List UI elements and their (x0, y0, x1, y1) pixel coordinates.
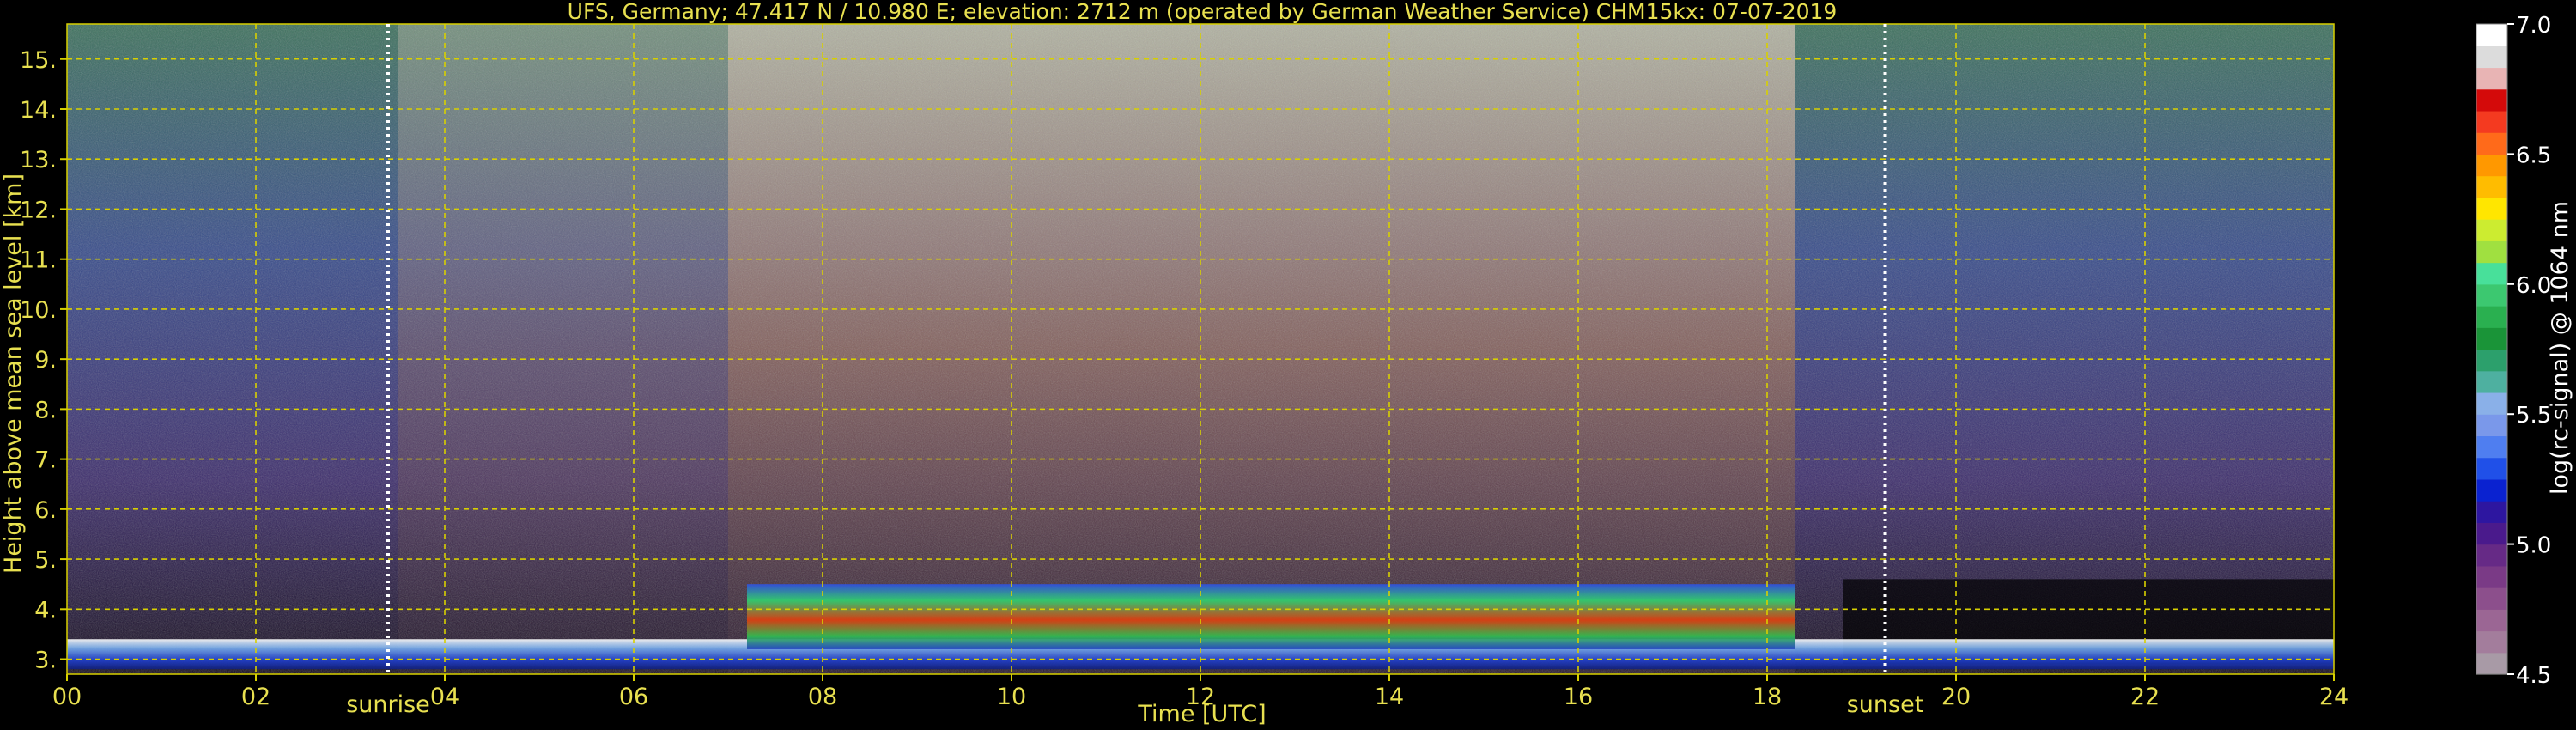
x-tick-label: 16 (1564, 684, 1593, 710)
colorbar-tick-label: 5.0 (2516, 533, 2551, 559)
colorbar-segment (2476, 67, 2507, 90)
x-tick-label: 00 (52, 684, 82, 710)
colorbar-segment (2476, 283, 2507, 307)
y-tick-label: 3. (34, 648, 57, 674)
colorbar-segment (2476, 132, 2507, 155)
colorbar-segment (2476, 370, 2507, 393)
x-axis-label: Time [UTC] (1137, 701, 1266, 727)
colorbar-segment (2476, 609, 2507, 632)
colorbar-segment (2476, 240, 2507, 264)
x-tick-label: 20 (1941, 684, 1971, 710)
colorbar-segment (2476, 88, 2507, 112)
y-tick-label: 4. (34, 597, 57, 624)
colorbar-segment (2476, 24, 2507, 46)
colorbar-segment (2476, 175, 2507, 198)
colorbar-segment (2476, 501, 2507, 523)
colorbar-label: log(rc-signal) @ 1064 nm (2547, 201, 2573, 495)
colorbar-segment (2476, 478, 2507, 502)
y-tick-label: 15. (20, 47, 57, 74)
x-tick-label: 04 (430, 684, 459, 710)
y-axis-ticks: 3.4.5.6.7.8.9.10.11.12.13.14.15. (20, 47, 67, 674)
x-tick-label: 18 (1753, 684, 1782, 710)
colorbar-segment (2476, 262, 2507, 285)
y-tick-label: 13. (20, 147, 57, 173)
y-tick-label: 6. (34, 497, 57, 524)
colorbar-segment (2476, 457, 2507, 480)
x-tick-label: 22 (2130, 684, 2160, 710)
colorbar-segment (2476, 414, 2507, 437)
colorbar-segment (2476, 522, 2507, 545)
y-tick-label: 8. (34, 397, 57, 423)
colorbar-segment (2476, 392, 2507, 415)
x-tick-label: 02 (241, 684, 270, 710)
colorbar-segment (2476, 327, 2507, 350)
colorbar-segment (2476, 565, 2507, 588)
colorbar-tick-label: 6.5 (2516, 143, 2551, 168)
sunset-label: sunset (1847, 691, 1924, 718)
colorbar-segment (2476, 197, 2507, 220)
colorbar-segment (2476, 219, 2507, 241)
colorbar-tick-label: 7.0 (2516, 13, 2551, 39)
x-tick-label: 10 (997, 684, 1026, 710)
colorbar-tick-label: 4.5 (2516, 663, 2551, 689)
colorbar-segment (2476, 46, 2507, 69)
colorbar-segment (2476, 544, 2507, 567)
y-tick-label: 14. (20, 97, 57, 124)
y-tick-label: 7. (34, 447, 57, 474)
y-tick-label: 9. (34, 347, 57, 374)
x-tick-label: 14 (1375, 684, 1404, 710)
colorbar-segment (2476, 435, 2507, 459)
colorbar-segment (2476, 110, 2507, 133)
layer-aerosol-layer (747, 584, 1795, 649)
colorbar-segment (2476, 154, 2507, 177)
colorbar-segment (2476, 652, 2507, 675)
colorbar-segment (2476, 349, 2507, 372)
chart-title: UFS, Germany; 47.417 N / 10.980 E; eleva… (568, 0, 1838, 24)
sunrise-label: sunrise (346, 691, 430, 718)
colorbar-segment (2476, 587, 2507, 610)
y-axis-label: Height above mean sea level [km] (0, 173, 27, 574)
x-tick-label: 08 (808, 684, 837, 710)
x-tick-label: 24 (2319, 684, 2348, 710)
colorbar-segment (2476, 630, 2507, 654)
y-tick-label: 5. (34, 547, 57, 574)
x-tick-label: 06 (619, 684, 648, 710)
ceilometer-chart: sunrise sunset 3.4.5.6.7.8.9.10.11.12.13.… (0, 0, 2573, 727)
colorbar-segment (2476, 306, 2507, 328)
colorbar: 4.55.05.56.06.57.0 (2476, 13, 2551, 689)
